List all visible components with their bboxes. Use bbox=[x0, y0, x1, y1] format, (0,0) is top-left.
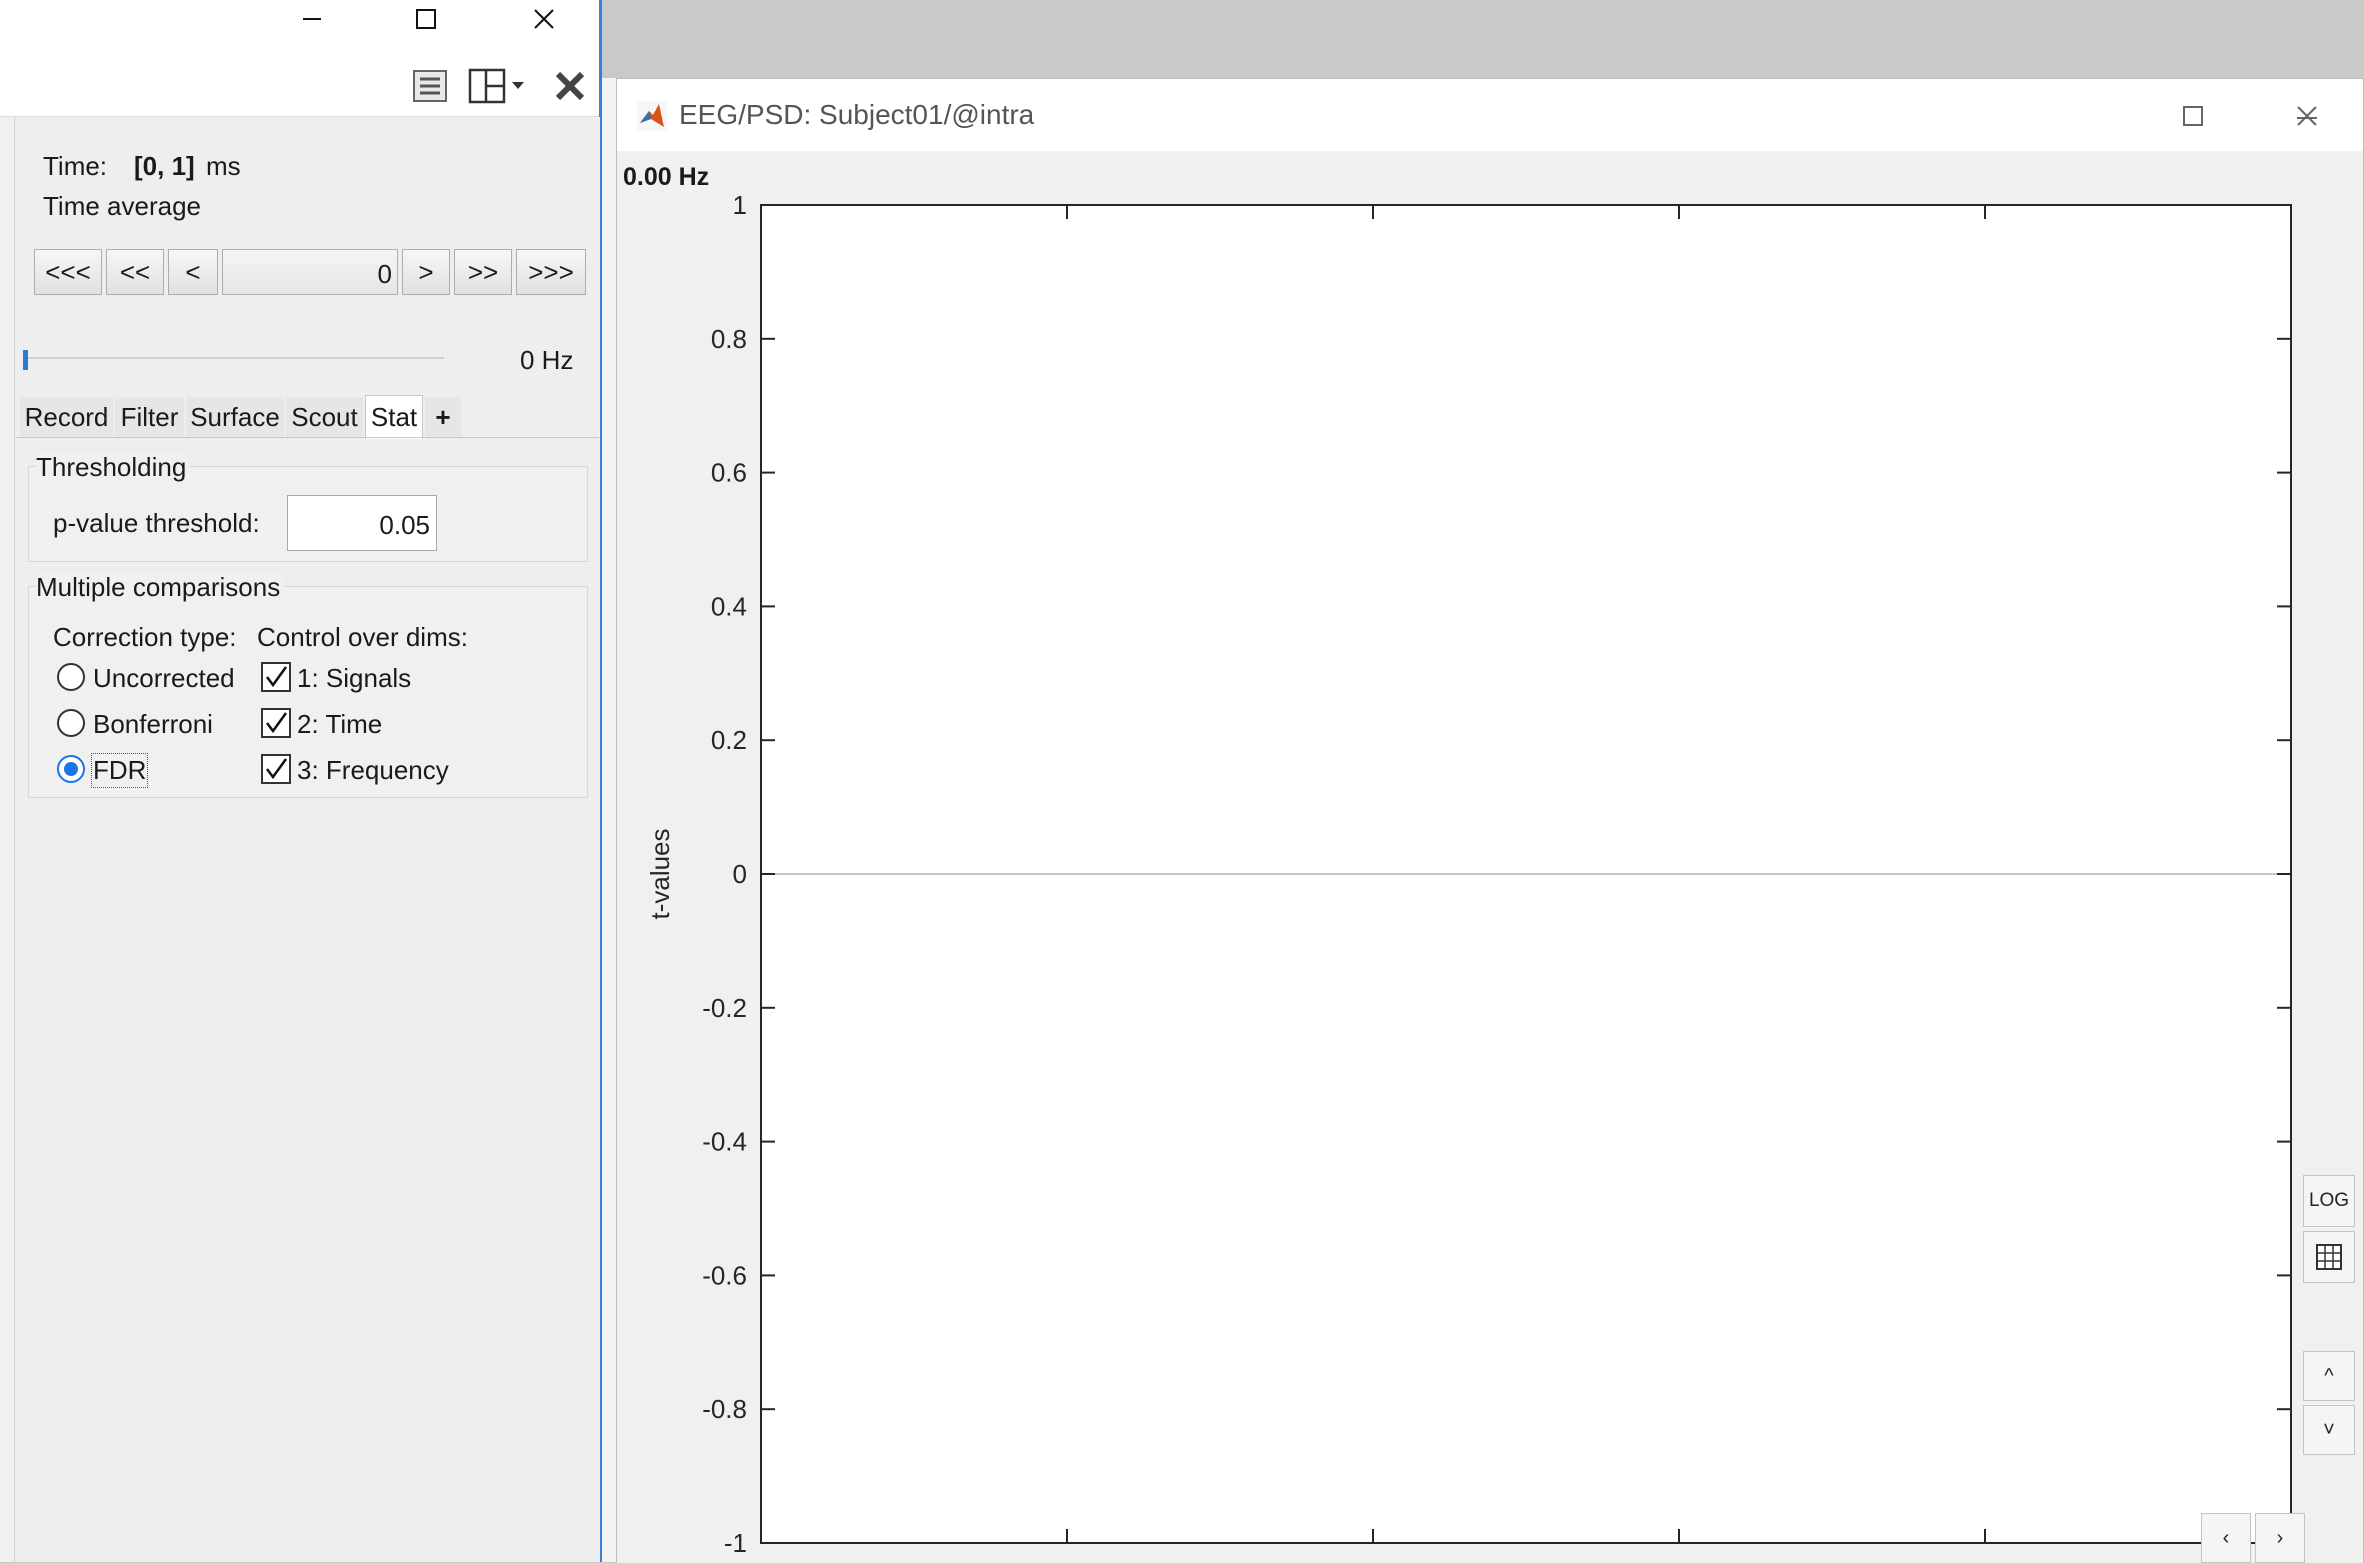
last-time-button[interactable]: >>> bbox=[516, 249, 586, 295]
multiple-comparisons-title: Multiple comparisons bbox=[36, 572, 285, 603]
figure-canvas: 0.00 Hz 5010015020025010.80.60.40.20-0.2… bbox=[617, 151, 2363, 1563]
y-axis-label: t-values bbox=[645, 828, 675, 919]
checkbox-time[interactable] bbox=[261, 708, 291, 738]
y-tick-label: -0.8 bbox=[702, 1394, 747, 1424]
radio-bonferroni[interactable] bbox=[57, 709, 85, 737]
forward-button[interactable]: > bbox=[402, 249, 450, 295]
radio-fdr[interactable] bbox=[57, 755, 85, 783]
y-tick-label: 0.2 bbox=[711, 725, 747, 755]
background-window-edge bbox=[602, 78, 616, 1562]
control-panel: Time: [0, 1] ms Time average <<< << < 0 … bbox=[0, 0, 602, 1562]
panel-content bbox=[14, 117, 600, 1562]
tab-scout[interactable]: Scout bbox=[286, 397, 363, 437]
pvalue-input[interactable]: 0.05 bbox=[287, 495, 437, 551]
minimize-icon bbox=[303, 18, 321, 20]
close-icon bbox=[534, 9, 554, 29]
figure-close-button[interactable] bbox=[2269, 97, 2345, 135]
radio-uncorrected[interactable] bbox=[57, 663, 85, 691]
scroll-up-button[interactable]: ^ bbox=[2303, 1351, 2355, 1401]
checkmark-icon bbox=[266, 758, 288, 780]
bonferroni-label: Bonferroni bbox=[93, 709, 213, 739]
x-tick-label: 100 bbox=[1351, 1559, 1394, 1563]
y-tick-label: -0.6 bbox=[702, 1260, 747, 1290]
figure-maximize-button[interactable] bbox=[2155, 97, 2231, 135]
first-time-button[interactable]: <<< bbox=[34, 249, 102, 295]
minimize-button[interactable] bbox=[274, 0, 350, 38]
tab-divider bbox=[16, 437, 599, 438]
tab-stat[interactable]: Stat bbox=[365, 395, 423, 439]
back-button[interactable]: < bbox=[168, 249, 218, 295]
close-icon bbox=[2297, 106, 2317, 126]
time-label: Time: bbox=[43, 151, 108, 181]
scroll-down-button[interactable]: ˅ bbox=[2303, 1405, 2355, 1455]
time-field[interactable]: 0 bbox=[222, 249, 398, 295]
checkbox-signals[interactable] bbox=[261, 662, 291, 692]
grid-toggle-button[interactable] bbox=[2303, 1231, 2355, 1283]
frequency-value: 0 Hz bbox=[520, 345, 574, 375]
y-tick-label: 0 bbox=[733, 859, 747, 889]
frequency-slider[interactable] bbox=[27, 357, 444, 359]
scroll-left-button[interactable]: ‹ bbox=[2201, 1513, 2251, 1563]
signals-label: 1: Signals bbox=[297, 663, 412, 693]
frequency-dim-label: 3: Frequency bbox=[297, 755, 449, 785]
close-panel-icon[interactable] bbox=[552, 66, 588, 106]
matlab-icon bbox=[637, 101, 667, 131]
layout-menu-icon[interactable] bbox=[468, 66, 530, 106]
maximize-button[interactable] bbox=[388, 0, 464, 38]
correction-type-label: Correction type: bbox=[53, 622, 237, 652]
time-dim-label: 2: Time bbox=[297, 709, 383, 739]
figure-window: EEG/PSD: Subject01/@intra 0.00 Hz 501001… bbox=[616, 78, 2364, 1563]
checkmark-icon bbox=[266, 712, 288, 734]
x-tick-label: 50 bbox=[1053, 1559, 1082, 1563]
add-tab-button[interactable]: + bbox=[425, 397, 461, 437]
pvalue-label: p-value threshold: bbox=[53, 508, 260, 538]
y-tick-label: 1 bbox=[733, 190, 747, 220]
list-settings-icon[interactable] bbox=[410, 66, 450, 106]
figure-titlebar: EEG/PSD: Subject01/@intra bbox=[617, 79, 2363, 151]
time-value: [0, 1] bbox=[134, 151, 195, 181]
figure-title: EEG/PSD: Subject01/@intra bbox=[679, 99, 1035, 130]
y-tick-label: 0.4 bbox=[711, 591, 747, 621]
forward-fast-button[interactable]: >> bbox=[454, 249, 512, 295]
x-tick-label: 200 bbox=[1963, 1559, 2006, 1563]
y-tick-label: -0.4 bbox=[702, 1127, 747, 1157]
checkbox-frequency[interactable] bbox=[261, 754, 291, 784]
y-tick-label: 0.6 bbox=[711, 458, 747, 488]
thresholding-title: Thresholding bbox=[36, 452, 191, 483]
y-tick-label: 0.8 bbox=[711, 324, 747, 354]
maximize-icon bbox=[416, 9, 436, 29]
control-dims-label: Control over dims: bbox=[257, 622, 468, 652]
back-fast-button[interactable]: << bbox=[106, 249, 164, 295]
checkmark-icon bbox=[266, 666, 288, 688]
maximize-icon bbox=[2183, 106, 2203, 126]
close-button[interactable] bbox=[506, 0, 582, 38]
panel-titlebar bbox=[0, 0, 599, 38]
x-tick-label: 150 bbox=[1657, 1559, 1700, 1563]
psd-chart[interactable]: 5010015020025010.80.60.40.20-0.2-0.4-0.6… bbox=[617, 151, 2363, 1563]
frequency-slider-thumb[interactable] bbox=[23, 350, 28, 370]
y-tick-label: -0.2 bbox=[702, 993, 747, 1023]
tab-surface[interactable]: Surface bbox=[186, 397, 284, 437]
time-unit: ms bbox=[206, 151, 241, 181]
uncorrected-label: Uncorrected bbox=[93, 663, 235, 693]
y-tick-label: -1 bbox=[724, 1528, 747, 1558]
tab-filter[interactable]: Filter bbox=[115, 397, 184, 437]
grid-icon bbox=[2316, 1244, 2342, 1270]
log-scale-button[interactable]: LOG bbox=[2303, 1175, 2355, 1227]
scroll-right-button[interactable]: › bbox=[2255, 1513, 2305, 1563]
tab-record[interactable]: Record bbox=[20, 397, 113, 437]
figure-minimize-alt bbox=[2037, 99, 2113, 137]
fdr-label: FDR bbox=[90, 753, 149, 788]
time-average-label: Time average bbox=[43, 191, 201, 221]
